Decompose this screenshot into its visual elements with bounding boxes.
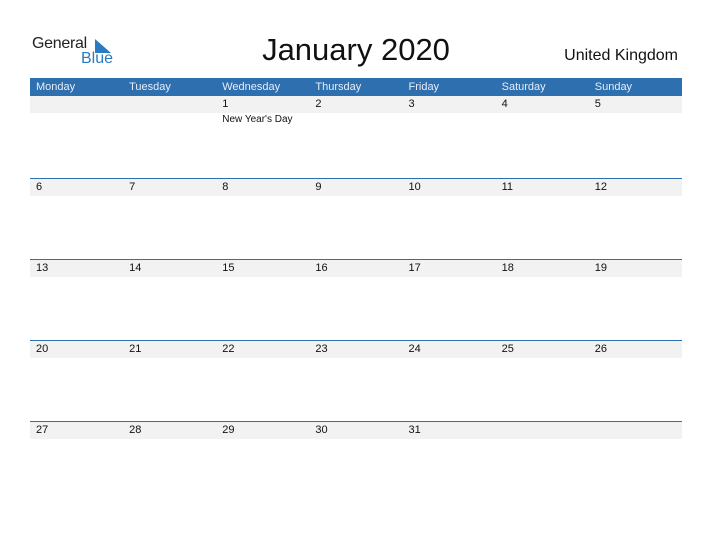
week-row: 6 7 8 9 10 11 12 [30, 178, 682, 259]
country-label: United Kingdom [564, 47, 678, 64]
day-number: 1 [222, 98, 229, 110]
day-cell: 22 [216, 341, 309, 359]
day-cell: 2 [309, 96, 402, 125]
day-cell: 20 [30, 341, 123, 359]
day-cell: 15 [216, 260, 309, 278]
day-number: 21 [129, 343, 142, 355]
weekday-saturday: Saturday [501, 81, 546, 93]
day-cell: 3 [403, 96, 496, 125]
week-cells: 1 New Year's Day 2 3 4 5 [30, 96, 682, 125]
day-cell: 13 [30, 260, 123, 278]
day-cell: 8 [216, 179, 309, 197]
day-number: 15 [222, 262, 235, 274]
day-cell: 31 [403, 422, 496, 440]
day-cell: 1 New Year's Day [216, 96, 309, 125]
day-number: 5 [594, 98, 601, 110]
day-number: 2 [315, 98, 322, 110]
day-number: 19 [594, 262, 607, 274]
day-number: 7 [129, 181, 136, 193]
day-cell: 7 [123, 179, 216, 197]
day-number: 31 [408, 424, 421, 436]
week-row: 20 21 22 23 24 25 26 [30, 340, 682, 421]
day-cell: 30 [309, 422, 402, 440]
day-number: 18 [501, 262, 514, 274]
day-number: 13 [36, 262, 49, 274]
day-number: 6 [36, 181, 43, 193]
day-cell: 26 [589, 341, 682, 359]
day-number: 10 [408, 181, 421, 193]
week-cells: 6 7 8 9 10 11 12 [30, 179, 682, 197]
day-cell: 14 [123, 260, 216, 278]
day-number: 23 [315, 343, 328, 355]
day-number: 29 [222, 424, 235, 436]
week-row: 27 28 29 30 31 [30, 421, 682, 502]
day-cell: 19 [589, 260, 682, 278]
day-cell: 25 [496, 341, 589, 359]
day-cell: 12 [589, 179, 682, 197]
day-cell: 11 [496, 179, 589, 197]
day-number: 20 [36, 343, 49, 355]
week-row: 1 New Year's Day 2 3 4 5 [30, 96, 682, 176]
day-cell [496, 422, 589, 440]
day-number: 30 [315, 424, 328, 436]
day-number: 28 [129, 424, 142, 436]
day-cell: 23 [309, 341, 402, 359]
day-cell: 29 [216, 422, 309, 440]
week-cells: 20 21 22 23 24 25 26 [30, 341, 682, 359]
day-cell: 16 [309, 260, 402, 278]
weekday-monday: Monday [36, 81, 76, 93]
day-cell [30, 96, 123, 125]
day-cell: 27 [30, 422, 123, 440]
week-cells: 13 14 15 16 17 18 19 [30, 260, 682, 278]
day-cell [123, 96, 216, 125]
day-number: 16 [315, 262, 328, 274]
day-number: 3 [408, 98, 415, 110]
day-number: 25 [501, 343, 514, 355]
day-number: 24 [408, 343, 421, 355]
day-number: 12 [594, 181, 607, 193]
holiday-label: New Year's Day [222, 114, 293, 125]
day-number: 26 [594, 343, 607, 355]
day-number: 17 [408, 262, 421, 274]
day-number: 22 [222, 343, 235, 355]
week-row: 13 14 15 16 17 18 19 [30, 259, 682, 340]
day-cell: 21 [123, 341, 216, 359]
day-cell: 10 [403, 179, 496, 197]
week-cells: 27 28 29 30 31 [30, 422, 682, 440]
day-cell: 6 [30, 179, 123, 197]
day-number: 11 [501, 181, 514, 193]
day-cell: 24 [403, 341, 496, 359]
day-cell: 18 [496, 260, 589, 278]
day-number: 4 [501, 98, 508, 110]
weekday-thursday: Thursday [315, 81, 362, 93]
weekday-sunday: Sunday [594, 81, 633, 93]
day-cell: 28 [123, 422, 216, 440]
day-cell: 9 [309, 179, 402, 197]
day-cell: 4 [496, 96, 589, 125]
weekday-tuesday: Tuesday [129, 81, 171, 93]
day-number: 14 [129, 262, 142, 274]
weekday-friday: Friday [408, 81, 440, 93]
day-number: 27 [36, 424, 49, 436]
day-number: 9 [315, 181, 322, 193]
day-cell: 5 [589, 96, 682, 125]
day-cell [589, 422, 682, 440]
weekday-header: Monday Tuesday Wednesday Thursday Friday… [30, 78, 682, 96]
day-cell: 17 [403, 260, 496, 278]
day-number: 8 [222, 181, 229, 193]
weekday-wednesday: Wednesday [222, 81, 281, 93]
